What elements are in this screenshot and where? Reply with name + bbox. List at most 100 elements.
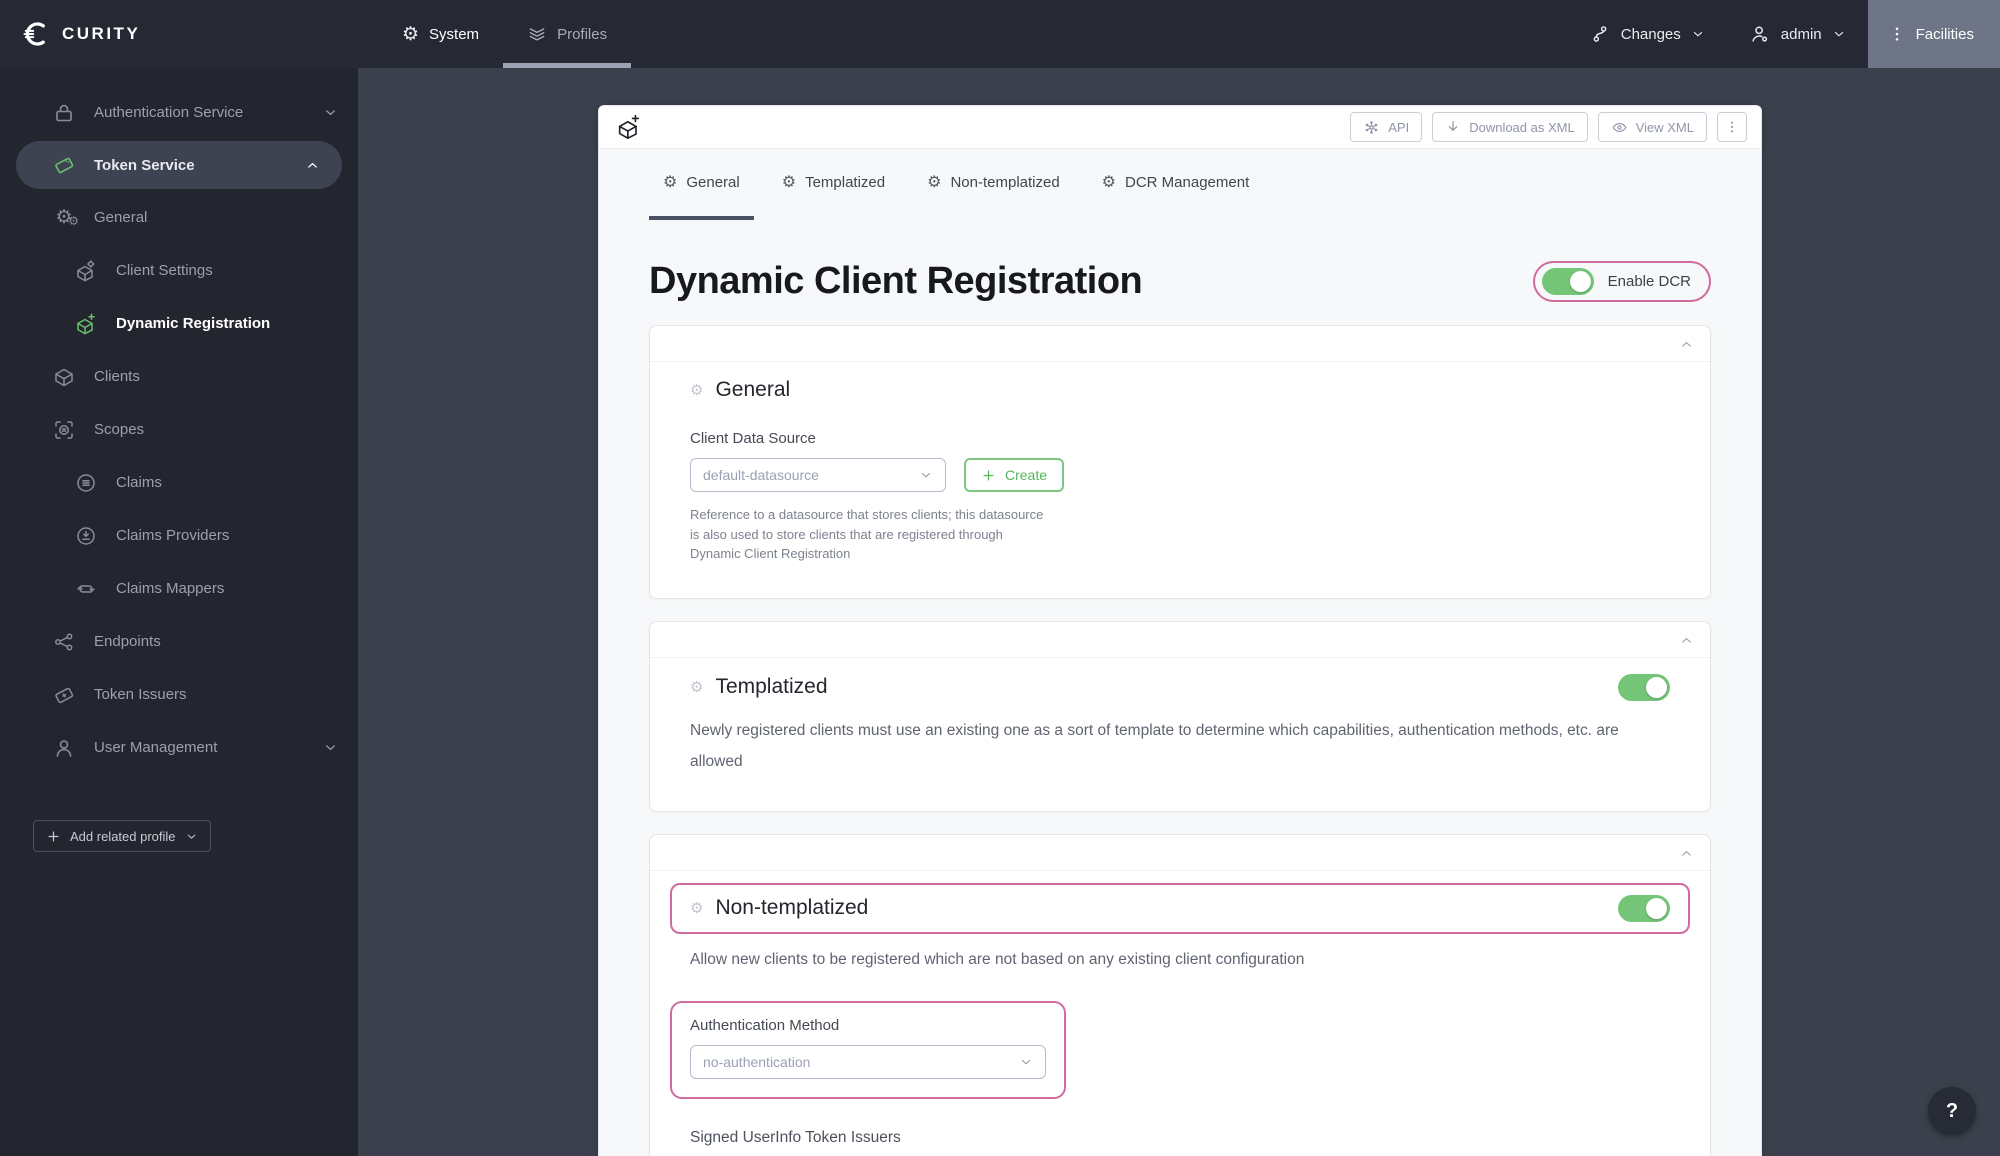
gear-icon: ⚙ — [690, 899, 704, 917]
add-related-profile-button[interactable]: Add related profile — [33, 820, 211, 852]
facilities-label: Facilities — [1915, 25, 1974, 43]
curity-logo-icon — [22, 19, 52, 49]
claims-mappers-icon — [74, 577, 98, 601]
tab-dcr-management[interactable]: ⚙ DCR Management — [1088, 149, 1264, 220]
non-templatized-toggle[interactable] — [1618, 894, 1670, 922]
sidebar-item-endpoints[interactable]: Endpoints — [0, 615, 358, 668]
topbar-right: Changes admin Facilities — [1567, 0, 2000, 68]
branch-icon — [1589, 23, 1611, 45]
section-templatized-title-row: ⚙ Templatized — [690, 673, 1670, 701]
client-data-source-select[interactable]: default-datasource — [690, 458, 946, 492]
tab-general-label: General — [686, 174, 740, 191]
section-general-body: ⚙ General Client Data Source default-dat… — [650, 362, 1710, 598]
card-header-actions: API Download as XML View XML — [1350, 112, 1747, 142]
title-row: Dynamic Client Registration Enable DCR — [649, 260, 1711, 303]
sidebar-item-label: Endpoints — [94, 633, 161, 650]
gears-icon: ⚙ ⚙ — [55, 206, 79, 228]
client-data-source-help: Reference to a datasource that stores cl… — [690, 507, 1044, 561]
sidebar-item-scopes[interactable]: Scopes — [0, 403, 358, 456]
sidebar-item-token-service[interactable]: Token Service — [16, 141, 342, 189]
sidebar-item-client-settings[interactable]: Client Settings — [0, 244, 358, 297]
sidebar-item-user-management[interactable]: User Management — [0, 721, 358, 774]
top-navbar: CURITY ⚙ System Profiles Changes admin F… — [0, 0, 2000, 68]
authentication-method-highlighted: Authentication Method no-authentication — [670, 1000, 1066, 1099]
sidebar-item-label: Clients — [94, 368, 140, 385]
tab-non-templatized[interactable]: ⚙ Non-templatized — [913, 149, 1074, 220]
templatized-description: Newly registered clients must use an exi… — [690, 721, 1619, 770]
dcr-tabs: ⚙ General ⚙ Templatized ⚙ Non-templatize… — [599, 149, 1761, 220]
top-nav-tabs: ⚙ System Profiles — [378, 0, 632, 68]
view-xml-button[interactable]: View XML — [1597, 112, 1707, 142]
gear-icon: ⚙ — [690, 381, 704, 399]
tab-non-templatized-label: Non-templatized — [950, 174, 1060, 191]
changes-label: Changes — [1620, 25, 1681, 43]
toggle-knob — [1646, 897, 1667, 919]
sidebar-item-label: Client Settings — [116, 262, 213, 279]
box-plus-icon — [74, 312, 98, 336]
sidebar-item-claims-providers[interactable]: Claims Providers — [0, 509, 358, 562]
enable-dcr-toggle[interactable] — [1541, 268, 1594, 295]
enable-dcr-label: Enable DCR — [1607, 273, 1691, 290]
templatized-toggle[interactable] — [1618, 673, 1670, 701]
sidebar-item-claims-mappers[interactable]: Claims Mappers — [0, 562, 358, 615]
sidebar-item-label: Token Issuers — [94, 686, 187, 703]
sidebar-item-authentication-service[interactable]: Authentication Service — [0, 86, 358, 139]
brand-name: CURITY — [62, 24, 141, 43]
gear-icon: ⚙ — [690, 678, 704, 696]
profile-card: API Download as XML View XML ⚙ General ⚙… — [598, 105, 1762, 1156]
authentication-method-value: no-authentication — [703, 1053, 811, 1070]
api-button-label: API — [1388, 119, 1410, 135]
plus-icon — [981, 468, 996, 483]
scope-scan-icon — [52, 418, 76, 442]
claims-providers-icon — [74, 524, 98, 548]
tab-general[interactable]: ⚙ General — [649, 149, 754, 220]
card-more-button[interactable] — [1717, 112, 1747, 142]
enable-dcr-control: Enable DCR — [1532, 261, 1711, 302]
sidebar-item-general[interactable]: ⚙ ⚙ General — [0, 191, 358, 244]
sidebar-item-dynamic-registration[interactable]: Dynamic Registration — [0, 297, 358, 350]
sidebar: Authentication Service Token Service ⚙ ⚙ … — [0, 68, 358, 1156]
admin-user-icon — [1749, 23, 1771, 45]
facilities-button[interactable]: Facilities — [1867, 0, 2000, 68]
page-title: Dynamic Client Registration — [649, 260, 1143, 302]
changes-menu[interactable]: Changes — [1567, 0, 1727, 68]
client-data-source-row: default-datasource Create — [690, 458, 1670, 492]
tab-system-label: System — [429, 25, 480, 43]
collapse-chevron-icon[interactable] — [1679, 337, 1694, 352]
section-title: Non-templatized — [715, 896, 869, 919]
download-xml-button[interactable]: Download as XML — [1432, 112, 1588, 142]
chevron-down-icon — [323, 105, 338, 120]
user-menu[interactable]: admin — [1727, 0, 1868, 68]
chevron-up-icon — [305, 158, 320, 173]
tab-system[interactable]: ⚙ System — [378, 0, 503, 68]
endpoints-share-icon — [52, 630, 76, 654]
collapse-chevron-icon[interactable] — [1679, 846, 1694, 861]
api-button[interactable]: API — [1350, 112, 1423, 142]
sidebar-item-claims[interactable]: Claims — [0, 456, 358, 509]
section-general: ⚙ General Client Data Source default-dat… — [649, 325, 1711, 599]
collapse-chevron-icon[interactable] — [1679, 633, 1694, 648]
create-datasource-button[interactable]: Create — [964, 458, 1065, 492]
non-templatized-description: Allow new clients to be registered which… — [690, 950, 1305, 968]
user-label: admin — [1780, 25, 1822, 43]
section-general-title-row: ⚙ General — [690, 378, 1670, 402]
box-plus-icon — [615, 113, 643, 141]
authentication-method-select[interactable]: no-authentication — [690, 1044, 1046, 1079]
help-button[interactable]: ? — [1928, 1087, 1976, 1135]
chevron-down-icon — [1019, 1055, 1033, 1069]
download-xml-label: Download as XML — [1469, 119, 1575, 135]
sidebar-item-clients[interactable]: Clients — [0, 350, 358, 403]
eye-icon — [1611, 119, 1628, 136]
gear-icon: ⚙ — [1101, 173, 1117, 191]
ticket-icon — [52, 153, 76, 177]
kebab-icon — [1724, 119, 1740, 135]
chevron-down-icon — [1691, 27, 1705, 41]
sidebar-item-token-issuers[interactable]: Token Issuers — [0, 668, 358, 721]
tab-templatized[interactable]: ⚙ Templatized — [768, 149, 899, 220]
sidebar-item-label: Scopes — [94, 421, 145, 438]
chevron-down-icon — [323, 740, 338, 755]
curity-logo[interactable]: CURITY — [0, 0, 340, 68]
gear-icon: ⚙ — [927, 173, 942, 191]
section-templatized: ⚙ Templatized Newly registered clients m… — [649, 620, 1711, 812]
tab-profiles[interactable]: Profiles — [503, 0, 632, 68]
